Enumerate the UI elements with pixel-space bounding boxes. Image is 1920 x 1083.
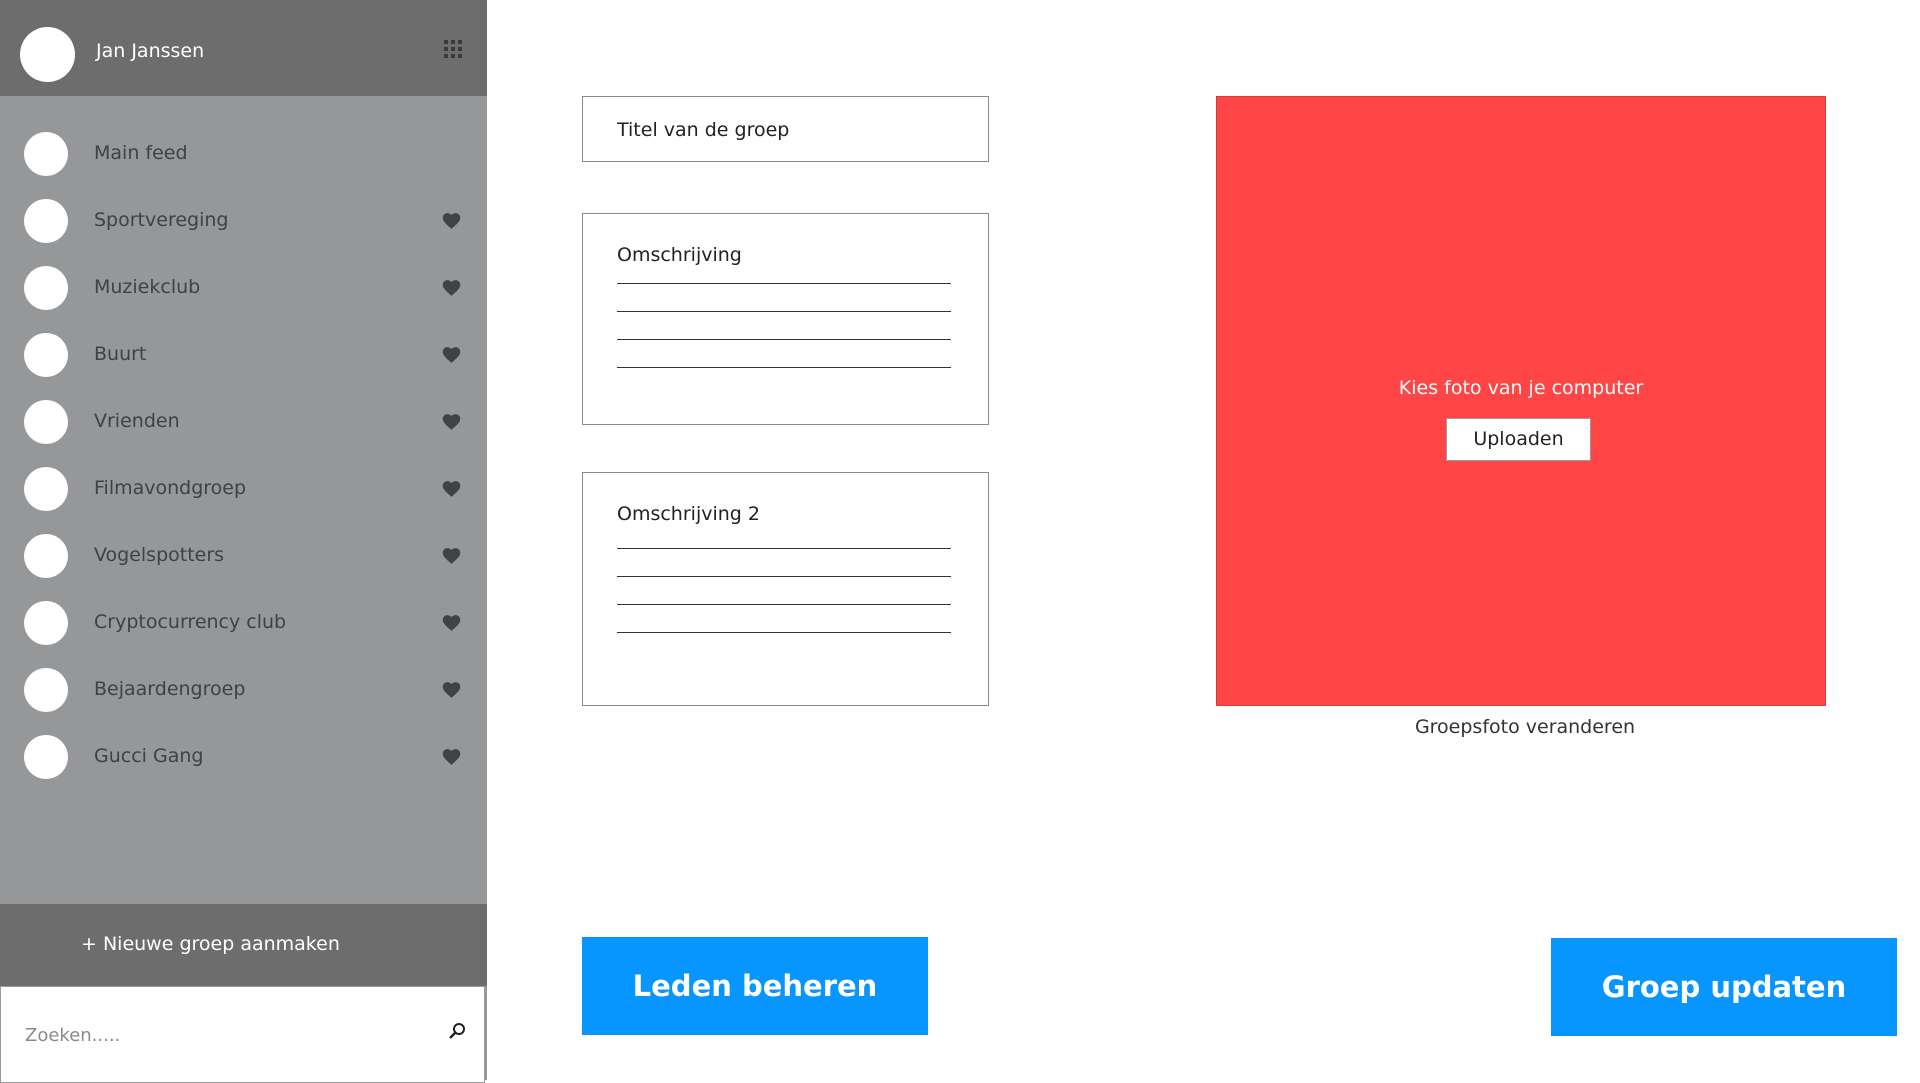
group-avatar: [24, 601, 68, 645]
sidebar-item-label: Vogelspotters: [94, 544, 225, 566]
sidebar-header: Jan Janssen: [0, 0, 487, 96]
group-avatar: [24, 668, 68, 712]
group-avatar: [24, 266, 68, 310]
sidebar-item[interactable]: Bejaardengroep: [0, 662, 487, 718]
user-avatar[interactable]: [20, 27, 75, 82]
description-2-lines: [617, 521, 951, 633]
new-group-label: + Nieuwe groep aanmaken: [81, 933, 340, 955]
photo-prompt: Kies foto van je computer: [1398, 377, 1644, 399]
search-icon[interactable]: [447, 1021, 467, 1041]
group-avatar: [24, 199, 68, 243]
sidebar-item[interactable]: Muziekclub: [0, 260, 487, 316]
heart-icon[interactable]: [441, 411, 462, 432]
sidebar-item[interactable]: Cryptocurrency club: [0, 595, 487, 651]
sidebar-item-label: Muziekclub: [94, 276, 201, 298]
sidebar-item[interactable]: Main feed: [0, 126, 487, 182]
heart-icon[interactable]: [441, 277, 462, 298]
apps-grid-icon[interactable]: [444, 40, 462, 58]
group-avatar: [24, 735, 68, 779]
search-bar: [0, 986, 485, 1083]
heart-icon[interactable]: [441, 612, 462, 633]
group-avatar: [24, 400, 68, 444]
sidebar-item[interactable]: Sportvereging: [0, 193, 487, 249]
group-avatar: [24, 534, 68, 578]
update-group-button[interactable]: Groep updaten: [1551, 938, 1897, 1036]
group-avatar: [24, 467, 68, 511]
photo-caption: Groepsfoto veranderen: [1414, 716, 1636, 738]
heart-icon[interactable]: [441, 679, 462, 700]
group-title-field[interactable]: Titel van de groep: [582, 96, 989, 162]
description-2-field[interactable]: Omschrijving 2: [582, 472, 989, 706]
sidebar-item[interactable]: Buurt: [0, 327, 487, 383]
new-group-button[interactable]: + Nieuwe groep aanmaken: [0, 904, 487, 986]
sidebar-item[interactable]: Gucci Gang: [0, 729, 487, 785]
upload-button[interactable]: Uploaden: [1446, 418, 1591, 461]
sidebar: Jan Janssen Main feed Sportvereging Muziek…: [0, 0, 487, 1083]
sidebar-item[interactable]: Vogelspotters: [0, 528, 487, 584]
description-field[interactable]: Omschrijving: [582, 213, 989, 425]
user-name[interactable]: Jan Janssen: [96, 40, 204, 62]
group-avatar: [24, 333, 68, 377]
manage-members-button[interactable]: Leden beheren: [582, 937, 928, 1035]
heart-icon[interactable]: [441, 344, 462, 365]
group-title-placeholder: Titel van de groep: [617, 119, 790, 141]
heart-icon[interactable]: [441, 210, 462, 231]
sidebar-item[interactable]: Vrienden: [0, 394, 487, 450]
sidebar-item-label: Bejaardengroep: [94, 678, 246, 700]
sidebar-item-label: Sportvereging: [94, 209, 229, 231]
sidebar-item-label: Main feed: [94, 142, 188, 164]
description-lines: [617, 256, 951, 368]
group-photo-dropzone[interactable]: Kies foto van je computer Uploaden: [1216, 96, 1826, 706]
heart-icon[interactable]: [441, 545, 462, 566]
sidebar-item-label: Vrienden: [94, 410, 180, 432]
group-avatar: [24, 132, 68, 176]
search-input[interactable]: [23, 1019, 427, 1051]
heart-icon[interactable]: [441, 478, 462, 499]
sidebar-item-label: Filmavondgroep: [94, 477, 247, 499]
sidebar-item[interactable]: Filmavondgroep: [0, 461, 487, 517]
sidebar-item-label: Cryptocurrency club: [94, 611, 287, 633]
sidebar-item-label: Buurt: [94, 343, 147, 365]
heart-icon[interactable]: [441, 746, 462, 767]
sidebar-item-label: Gucci Gang: [94, 745, 204, 767]
